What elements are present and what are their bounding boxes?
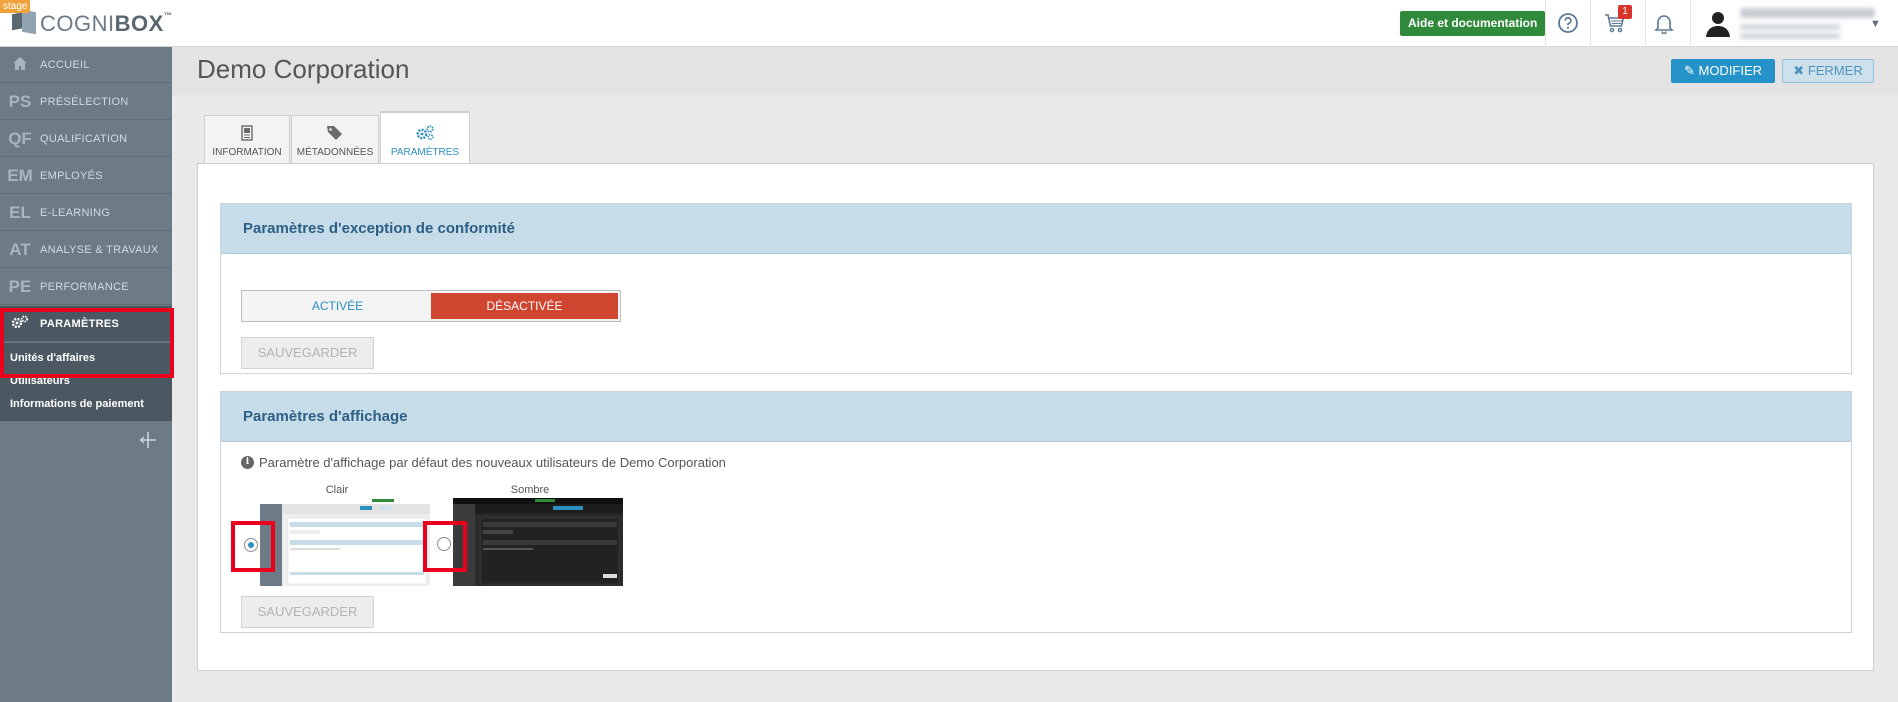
logo-text: COGNIBOX™ <box>40 11 173 36</box>
divider <box>1645 0 1646 47</box>
sidebar-subitem-informations-paiement[interactable]: Informations de paiement <box>10 398 144 410</box>
sidebar-item-preselection[interactable]: PS PRÉSÉLECTION <box>0 84 172 120</box>
display-info-line: i Paramètre d'affichage par défaut des n… <box>241 455 726 470</box>
gears-icon <box>381 125 469 145</box>
highlight-box-radio-sombre <box>423 521 467 572</box>
divider <box>1590 0 1591 47</box>
fermer-button[interactable]: ✖ FERMER <box>1782 59 1874 83</box>
collapse-sidebar-icon[interactable] <box>138 431 158 451</box>
document-icon <box>205 125 289 145</box>
compliance-section: Paramètres d'exception de conformité <box>220 203 1852 374</box>
modifier-button[interactable]: ✎ MODIFIER <box>1671 59 1775 83</box>
env-badge: stage <box>0 0 31 13</box>
display-info-text: Paramètre d'affichage par défaut des nou… <box>259 455 726 470</box>
user-avatar-icon[interactable] <box>1703 8 1733 38</box>
tags-icon <box>292 125 378 145</box>
close-icon: ✖ <box>1793 63 1805 78</box>
edit-icon: ✎ <box>1683 63 1695 78</box>
help-icon[interactable] <box>1555 10 1581 36</box>
sidebar-item-employes[interactable]: EM EMPLOYÉS <box>0 158 172 194</box>
display-section-title: Paramètres d'affichage <box>221 392 1851 442</box>
logo-mark-icon <box>12 9 36 37</box>
compliance-save-button[interactable]: SAUVEGARDER <box>241 337 374 369</box>
sidebar-item-elearning[interactable]: EL E-LEARNING <box>0 195 172 231</box>
compliance-section-title: Paramètres d'exception de conformité <box>221 204 1851 254</box>
user-menu-caret-icon[interactable]: ▼ <box>1870 18 1881 30</box>
divider <box>1690 0 1691 47</box>
display-save-button[interactable]: SAUVEGARDER <box>241 596 374 628</box>
tab-parametres[interactable]: PARAMÈTRES <box>380 111 470 164</box>
sidebar-item-performance[interactable]: PE PERFORMANCE <box>0 269 172 305</box>
help-documentation-button[interactable]: Aide et documentation <box>1400 11 1546 36</box>
sidebar-item-accueil[interactable]: ACCUEIL <box>0 47 172 83</box>
user-detail-blurred <box>1740 24 1840 30</box>
sidebar-item-qualification[interactable]: QF QUALIFICATION <box>0 121 172 157</box>
theme-label-sombre: Sombre <box>510 484 550 496</box>
compliance-toggle: ACTIVÉE DÉSACTIVÉE <box>241 290 621 322</box>
cognibox-logo[interactable]: COGNIBOX™ <box>12 9 172 39</box>
tab-information[interactable]: INFORMATION <box>204 115 290 163</box>
page-title: Demo Corporation <box>197 54 410 84</box>
info-icon: i <box>241 456 254 469</box>
toggle-option-activee[interactable]: ACTIVÉE <box>244 293 431 319</box>
home-icon <box>0 55 40 75</box>
top-bar: COGNIBOX™ stage Aide et documentation 1 … <box>0 0 1898 47</box>
toggle-option-desactivee[interactable]: DÉSACTIVÉE <box>431 293 618 319</box>
user-name-blurred[interactable] <box>1740 8 1875 18</box>
bell-icon[interactable] <box>1651 10 1677 36</box>
divider <box>1545 0 1546 47</box>
light-theme-preview[interactable] <box>260 498 430 586</box>
highlight-box-radio-clair <box>231 521 275 572</box>
page-header <box>172 47 1898 95</box>
cart-count-badge: 1 <box>1618 5 1632 19</box>
sidebar-item-analyse-travaux[interactable]: AT ANALYSE & TRAVAUX <box>0 232 172 268</box>
highlight-box-parametres <box>0 308 174 378</box>
user-detail-blurred <box>1740 33 1840 39</box>
theme-label-clair: Clair <box>325 484 349 496</box>
dark-theme-preview[interactable] <box>453 498 623 586</box>
tab-metadonnees[interactable]: MÉTADONNÉES <box>291 115 379 163</box>
